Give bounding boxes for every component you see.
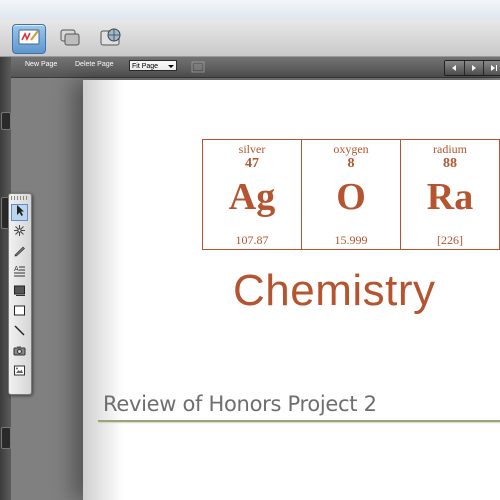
- edge-handle[interactable]: [1, 112, 11, 130]
- page-title: Chemistry: [233, 266, 436, 315]
- line-icon: [13, 324, 26, 342]
- chevron-down-icon: [168, 65, 174, 68]
- image-tool-button[interactable]: [11, 364, 28, 381]
- last-page-icon: [490, 59, 498, 77]
- element-name: silver: [238, 142, 266, 156]
- element-cell-silver: silver 47 Ag 107.87: [202, 139, 302, 250]
- element-mass: 15.999: [334, 233, 368, 247]
- last-page-button[interactable]: [484, 61, 500, 75]
- fill-tool-button[interactable]: [11, 284, 28, 301]
- element-cell-oxygen: oxygen 8 O 15.999: [301, 139, 401, 250]
- heading-underline: [98, 420, 500, 422]
- magic-wand-icon: [13, 224, 26, 242]
- element-number: 47: [245, 156, 259, 171]
- web-tab[interactable]: [94, 24, 128, 54]
- element-mass: [226]: [437, 233, 463, 247]
- shape-tool-button[interactable]: [11, 304, 28, 321]
- section-heading: Review of Honors Project 2: [103, 392, 377, 416]
- fill-rectangle-icon: [13, 284, 26, 302]
- line-tool-button[interactable]: [11, 324, 28, 341]
- periodic-table-strip: silver 47 Ag 107.87 oxygen 8 O 15.999 ra…: [202, 139, 500, 250]
- page-navigation: [444, 60, 500, 76]
- fit-page-select[interactable]: Fit Page: [129, 60, 177, 71]
- globe-window-icon: [99, 27, 123, 52]
- select-tool-button[interactable]: [11, 204, 28, 221]
- element-number: 8: [347, 156, 355, 171]
- svg-text:A: A: [14, 266, 19, 273]
- pen-tool-button[interactable]: [11, 244, 28, 261]
- page-toolbar: New Page Delete Page Fit Page: [11, 57, 500, 78]
- magic-wand-button[interactable]: [11, 224, 28, 241]
- element-name: radium: [433, 142, 467, 156]
- next-page-button[interactable]: [464, 59, 485, 77]
- element-cell-radium: radium 88 Ra [226]: [400, 139, 500, 250]
- palette-drag-handle[interactable]: [11, 196, 28, 200]
- window-title-strip: [0, 0, 500, 21]
- element-mass: 107.87: [235, 233, 269, 247]
- delete-page-button[interactable]: Delete Page: [75, 61, 114, 68]
- text-tool-button[interactable]: A: [11, 264, 28, 281]
- element-name: oxygen: [333, 142, 369, 156]
- next-page-icon: [470, 59, 478, 77]
- text-lines-icon: A: [13, 264, 26, 282]
- element-symbol: Ra: [426, 176, 474, 218]
- element-symbol: O: [336, 176, 366, 218]
- whiteboard-tab[interactable]: [12, 24, 46, 54]
- new-page-button[interactable]: New Page: [25, 61, 57, 68]
- prev-page-button[interactable]: [445, 61, 465, 75]
- whiteboard-page[interactable]: silver 47 Ag 107.87 oxygen 8 O 15.999 ra…: [83, 80, 500, 500]
- fit-page-value: Fit Page: [132, 63, 159, 70]
- camera-icon: [13, 344, 26, 362]
- edge-handle[interactable]: [1, 427, 11, 449]
- capture-tool-button[interactable]: [11, 344, 28, 361]
- rectangle-shape-icon: [13, 304, 26, 322]
- element-symbol: Ag: [228, 176, 276, 218]
- tool-palette: A: [8, 193, 32, 395]
- page-edge-shading: [83, 80, 123, 500]
- prev-page-icon: [450, 59, 458, 77]
- app-tab-bar: [0, 20, 500, 57]
- picture-icon: [13, 364, 26, 382]
- select-arrow-icon: [14, 204, 26, 222]
- page-list-icon[interactable]: [191, 60, 205, 73]
- element-number: 88: [443, 156, 457, 171]
- overlapping-windows-icon: [58, 27, 82, 52]
- windows-tab[interactable]: [53, 24, 87, 54]
- pen-icon: [13, 244, 26, 262]
- whiteboard-pen-icon: [17, 27, 41, 52]
